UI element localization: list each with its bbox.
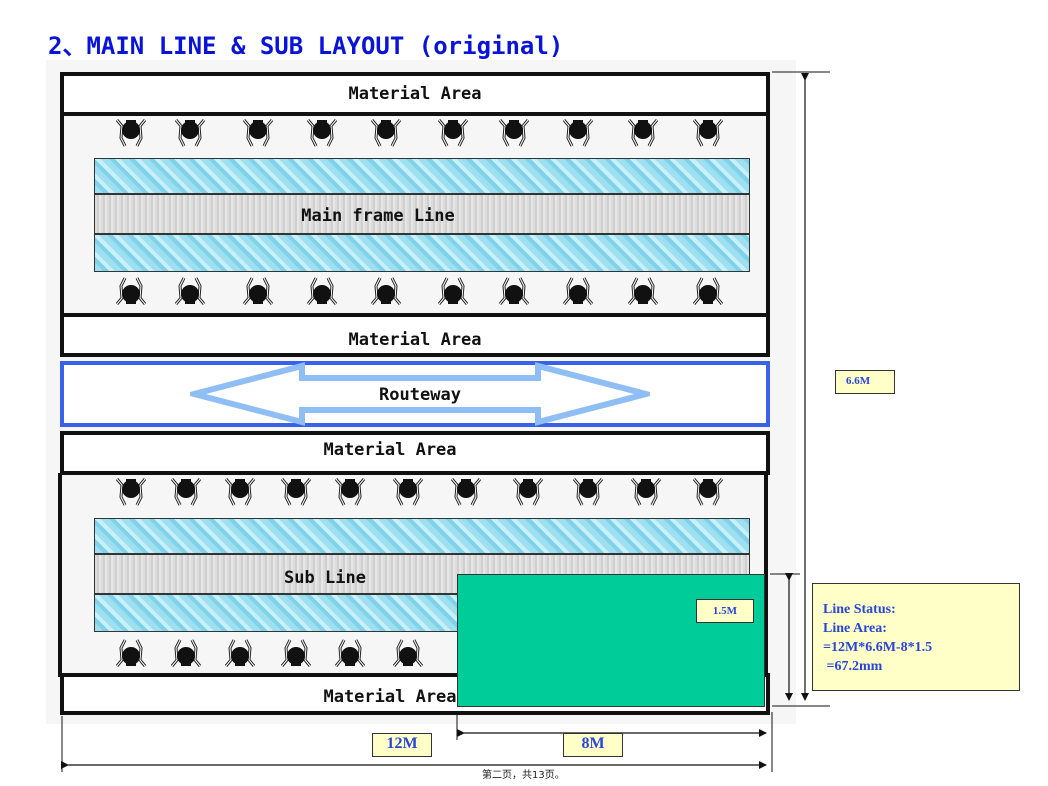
status-line-1: Line Status:: [823, 602, 896, 617]
status-line-2: Line Area:: [823, 621, 887, 636]
dim-label-height-total: 6.6M: [835, 370, 895, 394]
dim-label-width-green: 8M: [563, 733, 623, 757]
status-line-4: =67.2mm: [823, 659, 883, 674]
status-line-3: =12M*6.6M-8*1.5: [823, 640, 933, 655]
dim-label-width-total: 12M: [372, 733, 432, 757]
page-footer: 第二页，共13页。: [482, 770, 565, 781]
line-status-note: Line Status: Line Area: =12M*6.6M-8*1.5 …: [812, 583, 1020, 691]
dim-label-height-green: 1.5M: [696, 599, 754, 623]
